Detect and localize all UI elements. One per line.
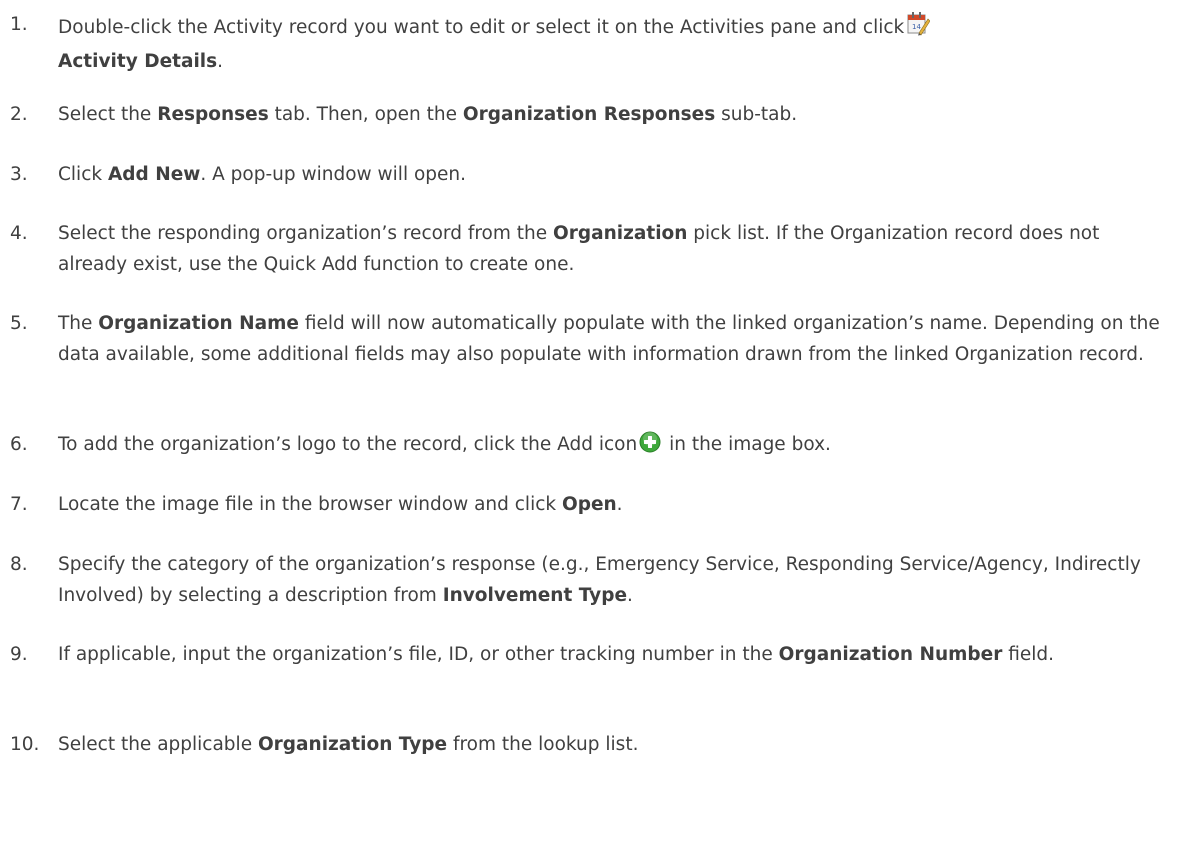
step-number: 3. — [10, 164, 28, 185]
step-bold-term: Activity Details — [58, 50, 218, 72]
step-text-segment: . — [627, 584, 633, 606]
step-text: Select the Responses tab. Then, open the… — [58, 100, 1170, 131]
step-text-segment: To add the organization’s logo to the re… — [58, 434, 638, 455]
step-text-segment: . A pop-up window will open. — [200, 164, 467, 185]
step-number: 7. — [10, 494, 28, 515]
step-bold-term: Organization — [553, 223, 688, 244]
step-number: 2. — [10, 104, 28, 125]
step-text-segment: . — [616, 494, 623, 515]
step-number: 4. — [10, 223, 28, 244]
step-text-segment: The — [58, 313, 99, 334]
step-text: Locate the image file in the browser win… — [58, 490, 1170, 521]
step-text-segment: tab. Then, open the — [268, 104, 463, 125]
step-number: 6. — [10, 434, 28, 455]
step-text: The Organization Name field will now aut… — [58, 309, 1170, 370]
step-text-segment: Double-click the Activity record you wan… — [58, 17, 905, 38]
step-bold-term: Responses — [157, 104, 269, 125]
step-bold-term: Organization Number — [778, 644, 1003, 665]
step-number: 1. — [10, 14, 28, 35]
step-text: Select the applicable Organization Type … — [58, 730, 1170, 761]
step-text: If applicable, input the organization’s … — [58, 640, 1170, 671]
step-text: Select the responding organization’s rec… — [58, 219, 1170, 280]
step-bold-term: Organization Name — [98, 313, 299, 334]
step-text-segment: sub-tab. — [715, 104, 798, 125]
step-number: 5. — [10, 313, 28, 334]
step-text-segment: Locate the image file in the browser win… — [58, 494, 562, 515]
step-text-segment: field. — [1002, 644, 1055, 665]
step-text: Double-click the Activity record you wan… — [58, 10, 1170, 77]
instruction-document: 1. Double-click the Activity record you … — [0, 0, 1185, 847]
step-text: Click Add New. A pop-up window will open… — [58, 160, 1170, 191]
step-text-segment: Select the responding organization’s rec… — [58, 223, 554, 244]
step-number: 8. — [10, 554, 28, 575]
step-bold-term: Organization Responses — [462, 104, 716, 125]
step-text-segment: If applicable, input the organization’s … — [58, 644, 779, 665]
step-number: 10. — [10, 734, 40, 755]
step-text-segment: from the lookup list. — [447, 734, 639, 755]
add-plus-icon — [639, 431, 661, 464]
step-bold-term: Add New — [107, 164, 201, 185]
step-number: 9. — [10, 644, 28, 665]
step-text-segment: Select the — [58, 104, 158, 125]
step-text: To add the organization’s logo to the re… — [58, 430, 1170, 464]
activity-details-calendar-icon: 14 — [906, 10, 931, 47]
step-text-segment: . — [217, 50, 224, 72]
step-text-segment: Select the applicable — [58, 734, 258, 755]
step-text-segment: Click — [58, 164, 108, 185]
step-bold-term: Organization Type — [257, 734, 448, 755]
step-text-segment: in the image box. — [663, 434, 831, 455]
step-text: Specify the category of the organization… — [58, 550, 1170, 611]
step-bold-term: Involvement Type — [442, 584, 628, 606]
step-bold-term: Open — [561, 494, 617, 515]
svg-text:14: 14 — [912, 23, 921, 31]
